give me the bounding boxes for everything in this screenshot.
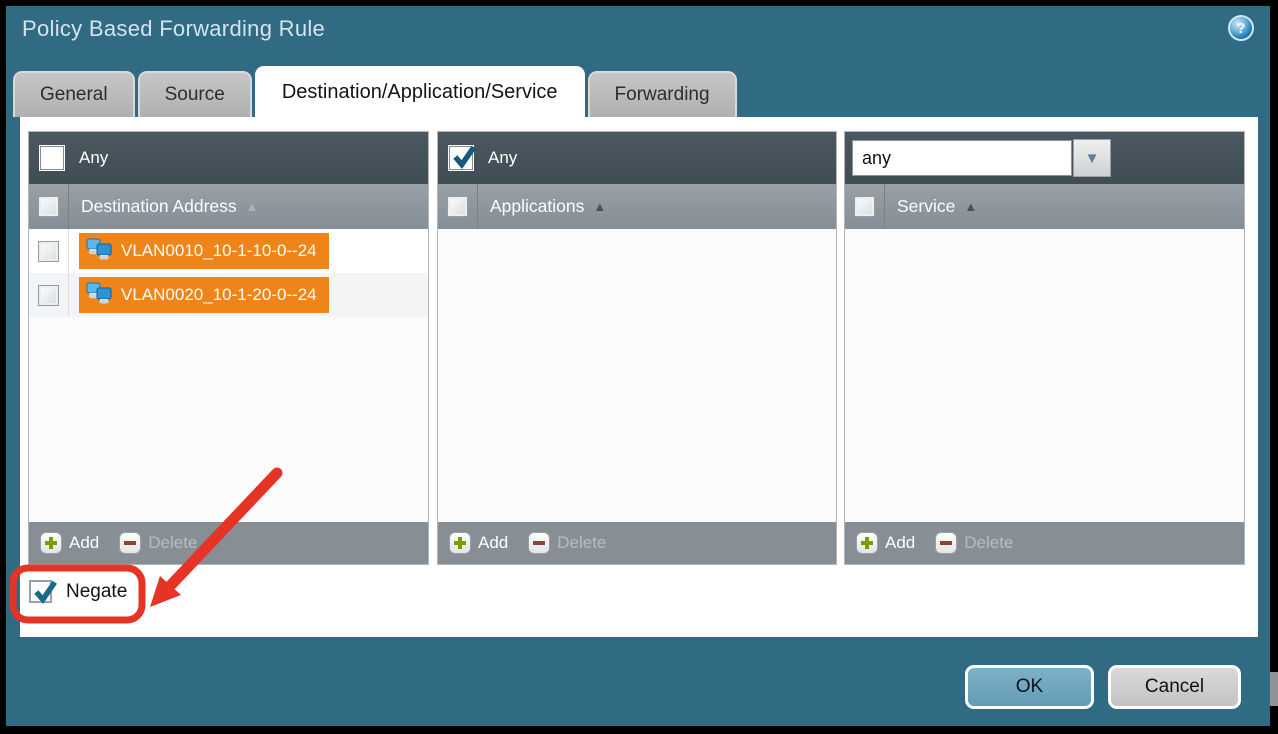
row-checkbox[interactable] <box>38 241 59 262</box>
applications-header-label[interactable]: Applications ▲ <box>478 196 606 217</box>
negate-row: Negate <box>29 580 127 603</box>
help-icon[interactable]: ? <box>1228 15 1254 41</box>
delete-button[interactable]: Delete <box>119 532 197 554</box>
applications-any-bar: Any <box>438 132 836 184</box>
applications-footer: Add Delete <box>438 522 836 564</box>
negate-checkbox[interactable] <box>29 580 52 603</box>
destination-list: VLAN0010_10-1-10-0--24 <box>29 229 428 522</box>
row-checkbox[interactable] <box>38 285 59 306</box>
table-row[interactable]: VLAN0020_10-1-20-0--24 <box>29 273 428 317</box>
ok-button[interactable]: OK <box>965 665 1094 709</box>
table-row[interactable]: VLAN0010_10-1-10-0--24 <box>29 229 428 273</box>
chevron-down-icon[interactable]: ▼ <box>1073 139 1111 177</box>
add-icon <box>856 532 878 554</box>
service-dropdown-value[interactable]: any <box>852 140 1072 176</box>
sort-asc-icon: ▲ <box>246 200 259 213</box>
destination-header-label[interactable]: Destination Address ▲ <box>69 196 259 217</box>
applications-list <box>438 229 836 522</box>
applications-any-label: Any <box>488 148 517 168</box>
window-edge-artifact <box>1270 672 1278 706</box>
screen: Policy Based Forwarding Rule ? General S… <box>0 0 1278 734</box>
network-nodes-icon <box>86 238 112 265</box>
destination-footer: Add Delete <box>29 522 428 564</box>
cancel-button[interactable]: Cancel <box>1108 665 1241 709</box>
address-object-chip[interactable]: VLAN0010_10-1-10-0--24 <box>79 233 329 269</box>
destination-any-bar: Any <box>29 132 428 184</box>
tab-bar: General Source Destination/Application/S… <box>13 66 737 117</box>
delete-button[interactable]: Delete <box>528 532 606 554</box>
sort-asc-icon: ▲ <box>593 200 606 213</box>
applications-any-checkbox[interactable] <box>449 146 473 170</box>
destination-any-checkbox[interactable] <box>40 146 64 170</box>
delete-button[interactable]: Delete <box>935 532 1013 554</box>
tab-general[interactable]: General <box>13 71 135 117</box>
service-selectall-checkbox[interactable] <box>854 196 875 217</box>
add-button[interactable]: Add <box>40 532 99 554</box>
add-button[interactable]: Add <box>856 532 915 554</box>
sort-asc-icon: ▲ <box>964 200 977 213</box>
network-nodes-icon <box>86 282 112 309</box>
address-object-label: VLAN0020_10-1-20-0--24 <box>121 285 317 305</box>
destination-any-label: Any <box>79 148 108 168</box>
delete-icon <box>119 532 141 554</box>
service-panel: any ▼ Service ▲ Add Delete <box>844 131 1245 565</box>
service-header-label[interactable]: Service ▲ <box>885 196 977 217</box>
destination-column-header: Destination Address ▲ <box>29 184 428 229</box>
dialog-title: Policy Based Forwarding Rule <box>22 16 325 42</box>
add-button[interactable]: Add <box>449 532 508 554</box>
applications-column-header: Applications ▲ <box>438 184 836 229</box>
service-list <box>845 229 1244 522</box>
service-column-header: Service ▲ <box>845 184 1244 229</box>
add-icon <box>40 532 62 554</box>
tab-forwarding[interactable]: Forwarding <box>588 71 737 117</box>
destination-selectall-checkbox[interactable] <box>38 196 59 217</box>
service-dropdown[interactable]: any ▼ <box>852 140 1111 176</box>
address-object-chip[interactable]: VLAN0020_10-1-20-0--24 <box>79 277 329 313</box>
add-icon <box>449 532 471 554</box>
address-object-label: VLAN0010_10-1-10-0--24 <box>121 241 317 261</box>
destination-address-panel: Any Destination Address ▲ <box>28 131 429 565</box>
applications-selectall-checkbox[interactable] <box>447 196 468 217</box>
delete-icon <box>935 532 957 554</box>
negate-label: Negate <box>66 581 127 603</box>
service-footer: Add Delete <box>845 522 1244 564</box>
tab-destination-application-service[interactable]: Destination/Application/Service <box>255 66 585 117</box>
tab-source[interactable]: Source <box>138 71 252 117</box>
applications-panel: Any Applications ▲ Add Delete <box>437 131 837 565</box>
service-dropdown-bar: any ▼ <box>845 132 1244 184</box>
delete-icon <box>528 532 550 554</box>
